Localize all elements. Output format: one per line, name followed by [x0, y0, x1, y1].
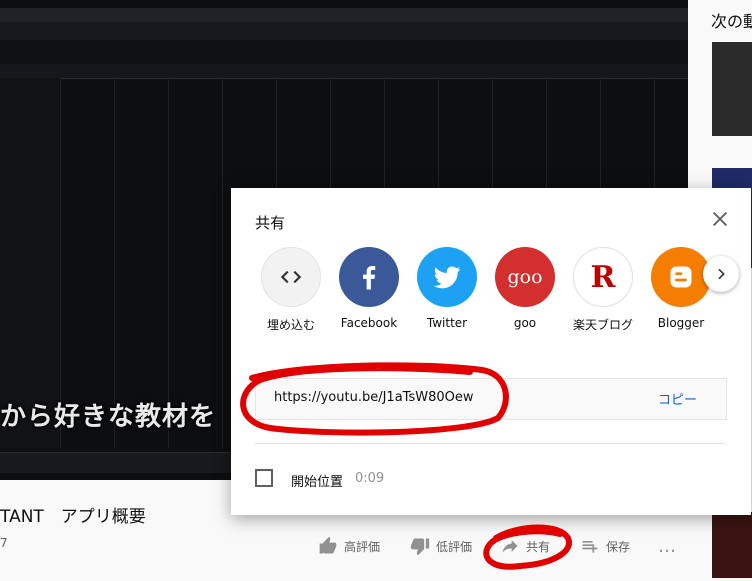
share-target-goo[interactable]: goo goo [493, 247, 557, 330]
share-target-label: Facebook [340, 316, 398, 330]
goo-icon: goo [495, 247, 555, 307]
copy-button[interactable]: コピー [658, 389, 697, 408]
share-target-rakuten-blog[interactable]: R 楽天ブログ [571, 247, 635, 333]
share-dialog: 共有 埋め込む Facebook Twitter goo goo R 楽天ブログ… [231, 188, 751, 515]
blogger-icon [651, 247, 711, 307]
share-target-facebook[interactable]: Facebook [337, 247, 401, 330]
start-at-checkbox[interactable] [255, 469, 273, 487]
twitter-icon [417, 247, 477, 307]
share-url-field[interactable] [274, 390, 574, 405]
share-url-box: コピー [255, 378, 727, 420]
embed-icon [261, 247, 321, 307]
rakuten-logo: R [590, 259, 616, 295]
share-target-label: 埋め込む [266, 318, 315, 332]
scroll-next-button[interactable] [703, 256, 739, 292]
dialog-title: 共有 [255, 214, 286, 232]
close-button[interactable] [709, 208, 731, 230]
share-target-twitter[interactable]: Twitter [415, 247, 479, 330]
share-targets: 埋め込む Facebook Twitter goo goo R 楽天ブログ Bl… [259, 247, 729, 337]
share-target-label: goo [513, 316, 537, 330]
share-target-blogger[interactable]: Blogger [649, 247, 713, 330]
goo-logo: goo [507, 266, 543, 288]
chevron-right-icon [718, 268, 725, 280]
share-target-label: Twitter [426, 316, 468, 330]
share-target-label: Blogger [657, 316, 705, 330]
share-target-label: 楽天ブログ [572, 318, 633, 332]
start-at-time[interactable]: 0:09 [355, 471, 384, 486]
rakuten-icon: R [573, 247, 633, 307]
start-at-label: 開始位置 [291, 475, 344, 490]
close-icon [712, 211, 728, 227]
dialog-divider [255, 443, 725, 444]
share-target-embed[interactable]: 埋め込む [259, 247, 323, 333]
facebook-icon [339, 247, 399, 307]
